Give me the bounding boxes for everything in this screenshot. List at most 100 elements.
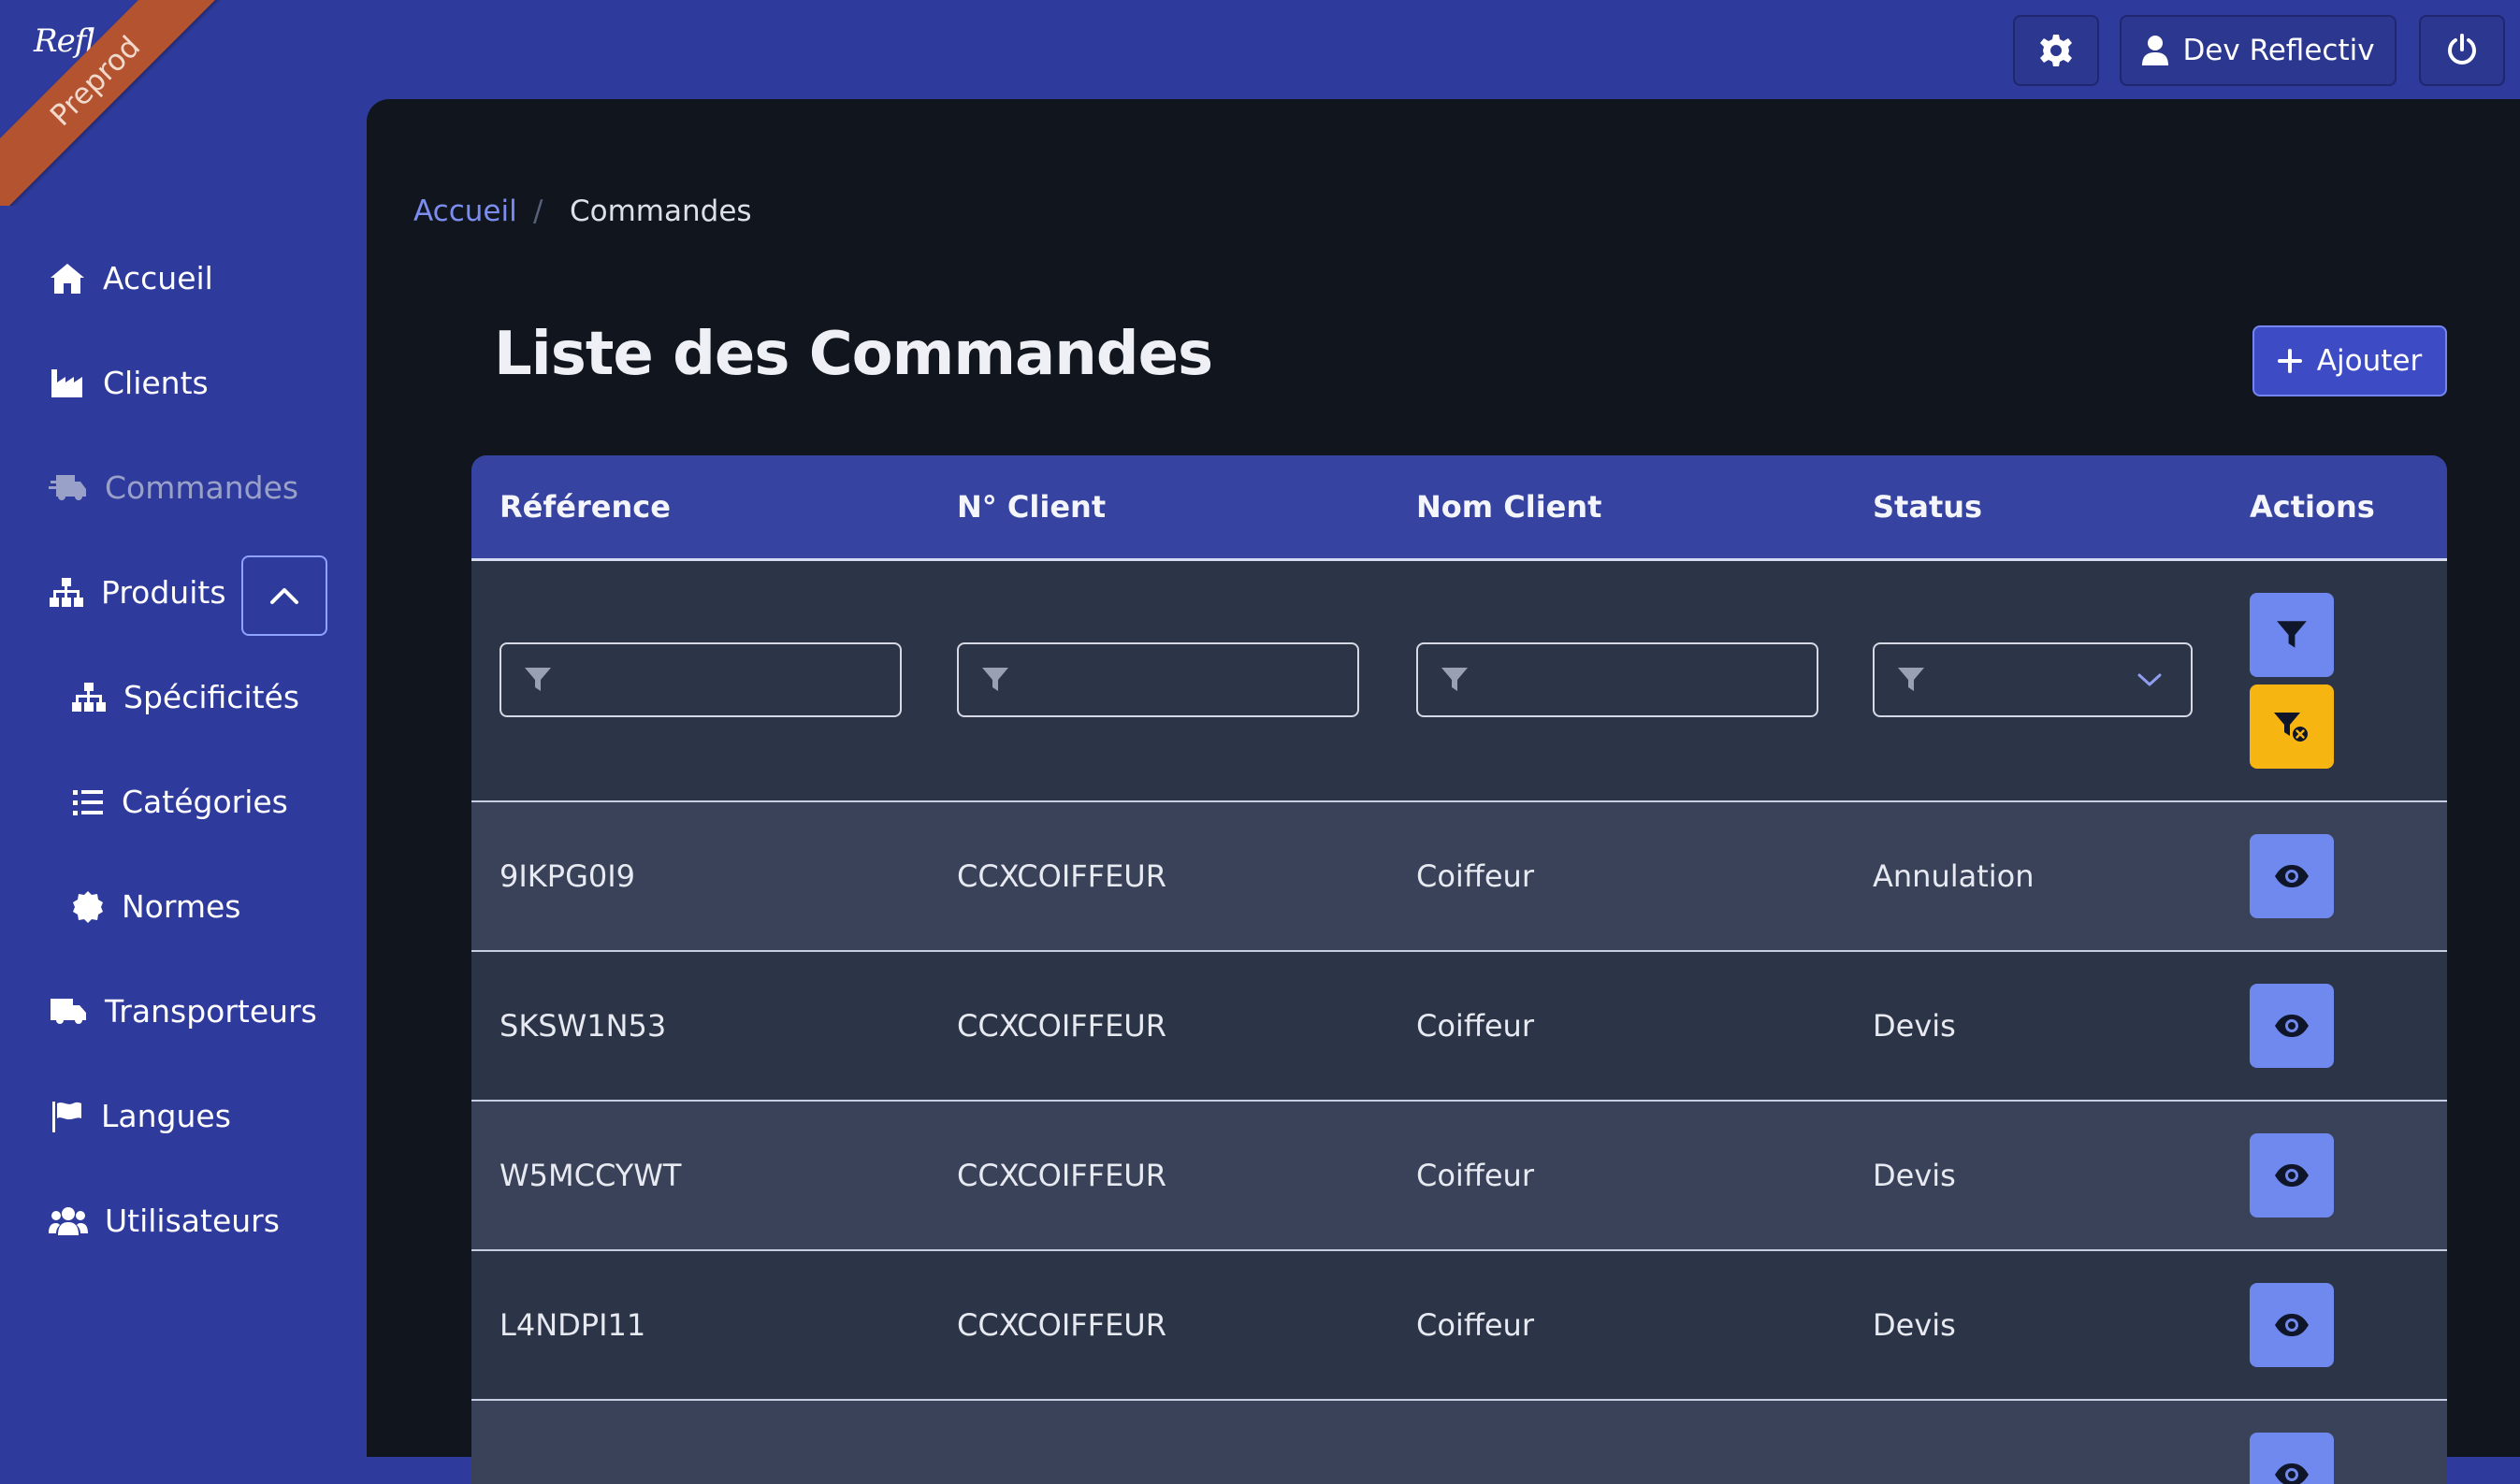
- sidebar-item-utilisateurs[interactable]: Utilisateurs: [49, 1203, 280, 1239]
- user-name: Dev Reflectiv: [2182, 34, 2375, 67]
- flag-icon: [52, 1101, 81, 1132]
- cell-reference: 9IKPG0I9: [500, 858, 636, 894]
- breadcrumb-current: Commandes: [570, 195, 752, 228]
- sidebar-item-specificites[interactable]: Spécificités: [71, 679, 299, 715]
- view-button[interactable]: [2250, 1133, 2334, 1217]
- sidebar-item-label: Langues: [101, 1098, 231, 1134]
- client-name-filter-input[interactable]: [1416, 642, 1818, 717]
- breadcrumb-home-link[interactable]: Accueil: [413, 195, 517, 228]
- column-header-reference[interactable]: Référence: [500, 455, 671, 558]
- column-header-client-number[interactable]: N° Client: [957, 455, 1106, 558]
- table-header: Référence N° Client Nom Client Status Ac…: [471, 455, 2447, 561]
- table-row[interactable]: W5MCCYWT CCXCOIFFEUR Coiffeur Devis: [471, 1102, 2447, 1251]
- gear-icon: [2040, 35, 2072, 66]
- cell-client-name: Coiffeur: [1416, 1158, 1534, 1193]
- sidebar-item-produits[interactable]: Produits: [49, 574, 226, 611]
- truck-icon: [51, 998, 86, 1024]
- sidebar-item-label: Transporteurs: [105, 993, 317, 1030]
- filter-icon: [525, 668, 551, 691]
- sidebar: Refl Preprod Accueil Clients Commandes P…: [0, 0, 367, 1457]
- column-header-client-name[interactable]: Nom Client: [1416, 455, 1601, 558]
- client-number-filter-input[interactable]: [957, 642, 1359, 717]
- sidebar-item-label: Catégories: [122, 784, 288, 820]
- power-icon: [2448, 34, 2476, 65]
- filter-row: [471, 561, 2447, 802]
- sidebar-item-label: Utilisateurs: [105, 1203, 280, 1239]
- sidebar-item-label: Produits: [101, 574, 226, 611]
- sidebar-item-label: Spécificités: [123, 679, 300, 715]
- sitemap-icon: [50, 577, 83, 607]
- sidebar-item-label: Normes: [122, 888, 241, 925]
- produits-collapse-button[interactable]: [241, 555, 327, 636]
- sidebar-item-normes[interactable]: Normes: [71, 888, 241, 925]
- cell-status: Devis: [1873, 1158, 1956, 1193]
- sidebar-item-label: Commandes: [105, 469, 299, 506]
- filter-icon: [1898, 668, 1924, 691]
- cell-reference: W5MCCYWT: [500, 1158, 682, 1193]
- orders-table: Référence N° Client Nom Client Status Ac…: [471, 455, 2447, 1484]
- cell-client-number: CCXCOIFFEUR: [957, 1158, 1166, 1193]
- list-icon: [73, 789, 103, 815]
- user-menu-button[interactable]: Dev Reflectiv: [2120, 15, 2397, 86]
- eye-icon: [2275, 1164, 2309, 1187]
- sidebar-item-clients[interactable]: Clients: [49, 365, 209, 401]
- users-icon: [49, 1206, 88, 1235]
- filter-icon: [1441, 668, 1468, 691]
- cell-reference: L4NDPI11: [500, 1307, 646, 1343]
- sidebar-item-categories[interactable]: Catégories: [71, 784, 288, 820]
- view-button[interactable]: [2250, 984, 2334, 1068]
- cell-status: Devis: [1873, 1008, 1956, 1044]
- cell-client-number: CCXCOIFFEUR: [957, 1307, 1166, 1343]
- cell-status: Annulation: [1873, 858, 2035, 894]
- sidebar-item-commandes[interactable]: Commandes: [49, 469, 298, 506]
- add-button-label: Ajouter: [2316, 344, 2423, 378]
- cell-client-number: CCXCOIFFEUR: [957, 858, 1166, 894]
- table-row[interactable]: SKSW1N53 CCXCOIFFEUR Coiffeur Devis: [471, 952, 2447, 1102]
- filter-icon: [2277, 621, 2307, 648]
- table-row[interactable]: 9IKPG0I9 CCXCOIFFEUR Coiffeur Annulation: [471, 802, 2447, 952]
- cell-reference: SKSW1N53: [500, 1008, 667, 1044]
- user-icon: [2142, 36, 2169, 65]
- logout-button[interactable]: [2419, 15, 2505, 86]
- home-icon: [51, 263, 84, 294]
- filter-icon: [982, 668, 1008, 691]
- filter-clear-icon: [2274, 713, 2308, 742]
- plus-icon: [2277, 349, 2302, 373]
- sidebar-item-label: Clients: [103, 365, 209, 401]
- column-header-status[interactable]: Status: [1873, 455, 1982, 558]
- apply-filter-button[interactable]: [2250, 593, 2334, 677]
- status-filter-select[interactable]: [1873, 642, 2193, 717]
- sidebar-item-transporteurs[interactable]: Transporteurs: [49, 993, 317, 1030]
- chevron-down-icon: [2137, 673, 2162, 686]
- sidebar-item-langues[interactable]: Langues: [49, 1098, 231, 1134]
- view-button[interactable]: [2250, 834, 2334, 918]
- shipping-fast-icon: [49, 474, 86, 500]
- industry-icon: [51, 368, 82, 397]
- view-button[interactable]: [2250, 1433, 2334, 1484]
- table-row-partial[interactable]: [471, 1401, 2447, 1484]
- page-title: Liste des Commandes: [494, 320, 1213, 389]
- column-header-actions: Actions: [2250, 489, 2375, 525]
- reference-filter-input[interactable]: [500, 642, 902, 717]
- eye-icon: [2275, 1463, 2309, 1484]
- view-button[interactable]: [2250, 1283, 2334, 1367]
- certificate-icon: [73, 890, 103, 923]
- sidebar-item-accueil[interactable]: Accueil: [49, 260, 213, 296]
- sidebar-item-label: Accueil: [103, 260, 213, 296]
- cell-client-number: CCXCOIFFEUR: [957, 1008, 1166, 1044]
- clear-filter-button[interactable]: [2250, 684, 2334, 769]
- eye-icon: [2275, 1314, 2309, 1336]
- add-button[interactable]: Ajouter: [2252, 325, 2447, 396]
- chevron-up-icon: [270, 588, 298, 604]
- cell-status: Devis: [1873, 1307, 1956, 1343]
- table-row[interactable]: L4NDPI11 CCXCOIFFEUR Coiffeur Devis: [471, 1251, 2447, 1401]
- eye-icon: [2275, 1015, 2309, 1037]
- main-panel: Accueil / Commandes Liste des Commandes …: [367, 99, 2520, 1484]
- cell-client-name: Coiffeur: [1416, 858, 1534, 894]
- cell-client-name: Coiffeur: [1416, 1008, 1534, 1044]
- breadcrumb-separator: /: [533, 195, 543, 228]
- cell-client-name: Coiffeur: [1416, 1307, 1534, 1343]
- settings-button[interactable]: [2013, 15, 2099, 86]
- eye-icon: [2275, 865, 2309, 887]
- sitemap-icon: [72, 682, 106, 712]
